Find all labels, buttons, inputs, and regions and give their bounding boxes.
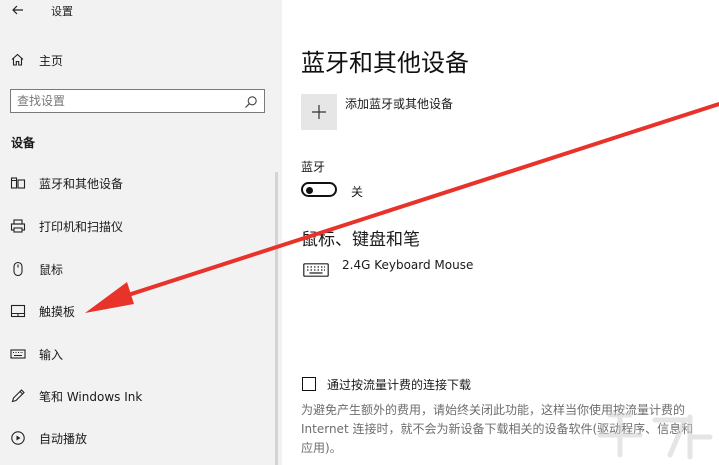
home-icon (10, 52, 25, 67)
device-name: 2.4G Keyboard Mouse (342, 258, 474, 272)
sidebar-item-label: 鼠标 (39, 263, 64, 277)
search-box[interactable] (10, 89, 265, 113)
device-item[interactable]: 2.4G Keyboard Mouse (301, 256, 601, 280)
sidebar-item-typing[interactable]: 输入 (0, 343, 282, 365)
metered-download-option[interactable]: 通过按流量计费的连接下载 (301, 376, 701, 394)
bluetooth-toggle[interactable] (301, 182, 337, 197)
app-title: 设置 (51, 5, 73, 18)
touchpad-icon (10, 303, 26, 319)
sidebar-item-label: 自动播放 (39, 432, 88, 446)
sidebar-item-printers[interactable]: 打印机和扫描仪 (0, 215, 282, 237)
sidebar-item-pen[interactable]: 笔和 Windows Ink (0, 385, 282, 407)
sidebar-scrollbar[interactable] (275, 172, 278, 465)
toggle-knob (306, 186, 313, 194)
sidebar-item-autoplay[interactable]: 自动播放 (0, 427, 282, 449)
keyboard-icon (10, 346, 26, 362)
sidebar-item-bluetooth[interactable]: 蓝牙和其他设备 (0, 172, 282, 194)
home-label: 主页 (39, 54, 64, 68)
title-bar: 设置 (0, 0, 282, 22)
section-title-mouse-keyboard-pen: 鼠标、键盘和笔 (301, 230, 420, 250)
pen-icon (10, 388, 26, 404)
metered-download-label: 通过按流量计费的连接下载 (327, 378, 472, 392)
sidebar: 设置 主页 设备 蓝牙和其他设备 打印机和扫描仪 鼠标 (0, 0, 282, 465)
bluetooth-state: 关 (351, 185, 364, 199)
metered-download-description: 为避免产生额外的费用，请始终关闭此功能，这样当你使用按流量计费的 Interne… (301, 403, 694, 455)
keyboard-icon (303, 262, 329, 281)
sidebar-item-label: 蓝牙和其他设备 (39, 177, 124, 191)
main-content: 蓝牙和其他设备 添加蓝牙或其他设备 蓝牙 关 鼠标、键盘和笔 2.4G Keyb… (282, 0, 719, 465)
page-title: 蓝牙和其他设备 (301, 49, 469, 77)
sidebar-item-label: 笔和 Windows Ink (39, 390, 143, 404)
mouse-icon (10, 261, 26, 277)
bluetooth-label: 蓝牙 (301, 160, 326, 174)
search-input[interactable] (17, 93, 239, 109)
back-arrow-icon[interactable] (10, 2, 26, 18)
printer-icon (10, 218, 26, 234)
sidebar-item-label: 打印机和扫描仪 (39, 220, 124, 234)
plus-icon (312, 105, 326, 119)
autoplay-icon (10, 430, 26, 446)
bluetooth-devices-icon (10, 175, 26, 191)
sidebar-item-label: 触摸板 (39, 305, 76, 319)
sidebar-item-mouse[interactable]: 鼠标 (0, 258, 282, 280)
sidebar-item-label: 输入 (39, 348, 64, 362)
add-device-button[interactable] (301, 94, 337, 130)
add-device-label[interactable]: 添加蓝牙或其他设备 (345, 95, 453, 112)
sidebar-item-touchpad[interactable]: 触摸板 (0, 300, 282, 322)
metered-download-checkbox[interactable] (302, 377, 316, 391)
search-icon[interactable] (244, 94, 258, 108)
section-header-devices: 设备 (11, 136, 36, 150)
sidebar-item-home[interactable]: 主页 (0, 50, 282, 70)
